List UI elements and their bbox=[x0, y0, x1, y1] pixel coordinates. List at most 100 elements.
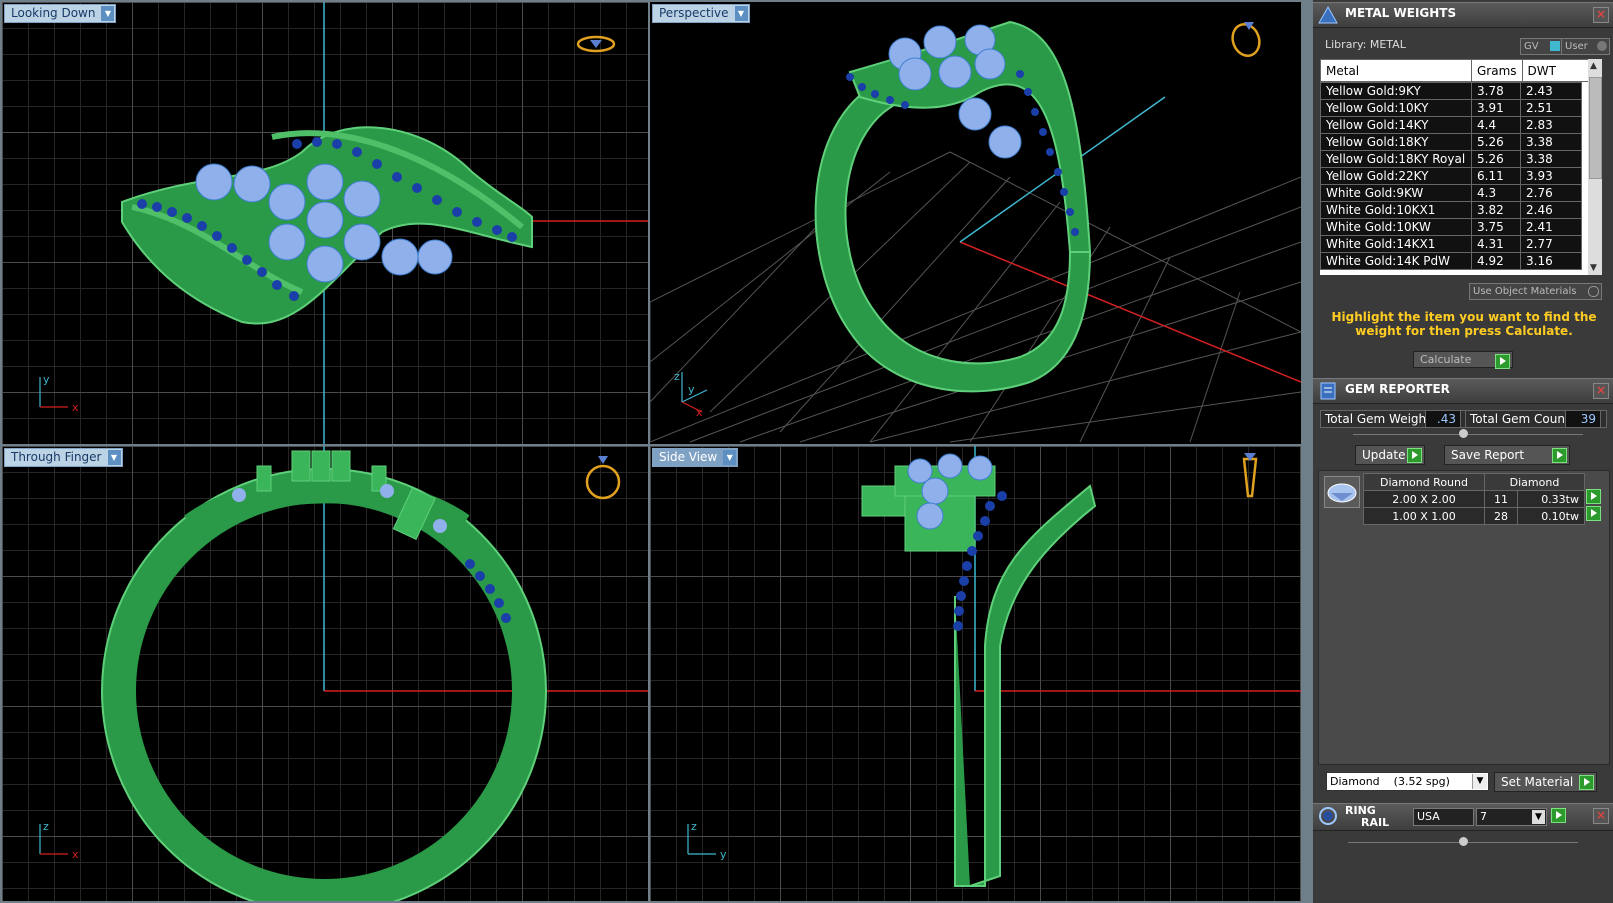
calculate-button[interactable]: Calculate bbox=[1413, 351, 1513, 369]
metal-row[interactable]: White Gold:9KW 4.3 2.76 bbox=[1320, 184, 1582, 202]
column-header-grams[interactable]: Grams bbox=[1471, 59, 1523, 82]
metal-table-header: Metal Grams DWT bbox=[1320, 59, 1591, 82]
gem-row-go-button[interactable] bbox=[1586, 489, 1601, 504]
view-orientation-icon bbox=[1231, 22, 1261, 57]
metal-dwt: 3.38 bbox=[1520, 133, 1582, 151]
axis-y-label: y bbox=[43, 373, 50, 386]
metal-row[interactable]: White Gold:10KX1 3.82 2.46 bbox=[1320, 201, 1582, 219]
metal-weights-header[interactable]: METAL WEIGHTS × bbox=[1313, 2, 1613, 28]
metal-row[interactable]: White Gold:14K PdW 4.92 3.16 bbox=[1320, 252, 1582, 270]
viewport-label-perspective[interactable]: Perspective ▼ bbox=[652, 4, 750, 23]
viewport-label-side-view[interactable]: Side View ▼ bbox=[652, 448, 739, 467]
toggle-off-icon bbox=[1597, 41, 1607, 51]
ring-rail-title-line2: RAIL bbox=[1361, 816, 1390, 829]
axis-z-label: z bbox=[43, 820, 49, 833]
axis-z-label: z bbox=[674, 370, 680, 383]
metal-name: Yellow Gold:9KY bbox=[1320, 82, 1472, 100]
metal-name: White Gold:9KW bbox=[1320, 184, 1472, 202]
user-toggle[interactable]: User bbox=[1561, 38, 1610, 55]
chevron-down-icon[interactable]: ▼ bbox=[101, 6, 115, 21]
metal-name: White Gold:14K PdW bbox=[1320, 252, 1472, 270]
metal-grams: 5.26 bbox=[1471, 150, 1521, 168]
metal-grams: 3.82 bbox=[1471, 201, 1521, 219]
viewport-label-text: Side View bbox=[659, 450, 718, 464]
ring-rail-slider-handle[interactable] bbox=[1459, 837, 1468, 846]
column-header-dwt[interactable]: DWT bbox=[1521, 59, 1591, 82]
scrollbar-thumb[interactable] bbox=[1589, 77, 1602, 179]
metal-row[interactable]: White Gold:10KW 3.75 2.41 bbox=[1320, 218, 1582, 236]
diamond-icon bbox=[1327, 483, 1357, 503]
metal-row[interactable]: Yellow Gold:18KY Royal 5.26 3.38 bbox=[1320, 150, 1582, 168]
ring-standard-select[interactable]: USA bbox=[1413, 808, 1474, 826]
metal-name: Yellow Gold:22KY bbox=[1320, 167, 1472, 185]
gv-toggle-label: GV bbox=[1524, 41, 1539, 52]
metal-table-scrollbar[interactable]: ▲ ▼ bbox=[1588, 59, 1602, 275]
set-material-button[interactable]: Set Material bbox=[1494, 772, 1597, 792]
viewport-side-view[interactable]: z y Side View ▼ bbox=[650, 446, 1301, 901]
metal-dwt: 3.38 bbox=[1520, 150, 1582, 168]
play-icon bbox=[1586, 506, 1601, 521]
viewport-perspective[interactable]: z y x Perspective ▼ bbox=[650, 2, 1301, 444]
ring-size-select[interactable]: 7 ▼ bbox=[1476, 808, 1547, 826]
chevron-down-icon[interactable]: ▼ bbox=[723, 450, 737, 465]
metal-row[interactable]: Yellow Gold:22KY 6.11 3.93 bbox=[1320, 167, 1582, 185]
gem-list[interactable]: Diamond Round Diamond 2.00 X 2.00 11 0.3… bbox=[1318, 470, 1610, 765]
chevron-down-icon[interactable]: ▼ bbox=[107, 450, 121, 465]
gem-thumbnail[interactable] bbox=[1324, 476, 1360, 508]
ring-rail-header[interactable]: RING RAIL USA 7 ▼ × bbox=[1313, 803, 1613, 831]
save-report-button[interactable]: Save Report bbox=[1444, 445, 1570, 465]
gem-reporter-header[interactable]: GEM REPORTER × bbox=[1313, 378, 1613, 404]
user-toggle-label: User bbox=[1565, 41, 1588, 52]
metal-table-container[interactable]: Metal Grams DWT Yellow Gold:9KY 3.78 2.43 Y… bbox=[1320, 59, 1602, 275]
axis-z-label: z bbox=[691, 820, 697, 833]
metal-grams: 5.26 bbox=[1471, 133, 1521, 151]
viewport-looking-down[interactable]: y x Looking Down ▼ bbox=[2, 2, 648, 444]
viewport-label-looking-down[interactable]: Looking Down ▼ bbox=[4, 4, 117, 23]
chevron-up-icon[interactable]: ▲ bbox=[1590, 61, 1597, 71]
metal-grams: 4.92 bbox=[1471, 252, 1521, 270]
total-gem-weight-value: .43 bbox=[1425, 410, 1461, 428]
chevron-down-icon[interactable]: ▼ bbox=[734, 6, 748, 21]
ring-rail-go-button[interactable] bbox=[1551, 808, 1566, 823]
material-select-value: Diamond (3.52 spg) bbox=[1330, 775, 1450, 788]
metal-name: Yellow Gold:18KY Royal bbox=[1320, 150, 1472, 168]
viewport-label-through-finger[interactable]: Through Finger ▼ bbox=[4, 448, 123, 467]
metal-row[interactable]: Yellow Gold:18KY 5.26 3.38 bbox=[1320, 133, 1582, 151]
metal-grams: 4.4 bbox=[1471, 116, 1521, 134]
metal-row[interactable]: Yellow Gold:10KY 3.91 2.51 bbox=[1320, 99, 1582, 117]
viewport-through-finger[interactable]: z x Through Finger ▼ bbox=[2, 446, 648, 901]
metal-name: White Gold:14KX1 bbox=[1320, 235, 1472, 253]
material-select[interactable]: Diamond (3.52 spg) ▼ bbox=[1326, 772, 1489, 791]
metal-dwt: 2.77 bbox=[1520, 235, 1582, 253]
column-header-metal[interactable]: Metal bbox=[1320, 59, 1472, 82]
close-icon[interactable]: × bbox=[1593, 7, 1609, 23]
gem-row[interactable]: 2.00 X 2.00 11 0.33tw bbox=[1363, 490, 1585, 508]
toggle-on-icon bbox=[1550, 41, 1560, 51]
metal-row[interactable]: Yellow Gold:14KY 4.4 2.83 bbox=[1320, 116, 1582, 134]
metal-name: Yellow Gold:18KY bbox=[1320, 133, 1472, 151]
viewport-area[interactable]: y x Looking Down ▼ z y x Perspective ▼ z… bbox=[0, 0, 1313, 903]
metal-grams: 4.3 bbox=[1471, 184, 1521, 202]
gem-row[interactable]: 1.00 X 1.00 28 0.10tw bbox=[1363, 507, 1585, 525]
metal-dwt: 2.83 bbox=[1520, 116, 1582, 134]
splitter-handle[interactable] bbox=[1459, 429, 1468, 438]
gv-toggle[interactable]: GV bbox=[1520, 38, 1563, 55]
play-icon bbox=[1586, 489, 1601, 504]
gem-count: 11 bbox=[1484, 490, 1518, 508]
chevron-down-icon[interactable]: ▼ bbox=[1532, 810, 1545, 824]
metal-row[interactable]: Yellow Gold:9KY 3.78 2.43 bbox=[1320, 82, 1582, 100]
library-label: Library: METAL bbox=[1325, 38, 1406, 51]
use-object-materials-toggle[interactable]: Use Object Materials bbox=[1469, 283, 1602, 300]
ring-side-render: z y bbox=[687, 446, 1301, 887]
gem-row-go-button[interactable] bbox=[1586, 506, 1601, 521]
metal-dwt: 2.41 bbox=[1520, 218, 1582, 236]
close-icon[interactable]: × bbox=[1593, 383, 1609, 399]
chevron-down-icon[interactable]: ▼ bbox=[1590, 263, 1597, 273]
play-icon bbox=[1407, 448, 1422, 463]
metal-row[interactable]: White Gold:14KX1 4.31 2.77 bbox=[1320, 235, 1582, 253]
use-object-materials-label: Use Object Materials bbox=[1473, 286, 1577, 297]
close-icon[interactable]: × bbox=[1593, 808, 1609, 824]
chevron-down-icon[interactable]: ▼ bbox=[1472, 774, 1487, 789]
gem-header-shape: Diamond Round bbox=[1363, 473, 1485, 491]
update-button[interactable]: Update bbox=[1355, 445, 1425, 465]
